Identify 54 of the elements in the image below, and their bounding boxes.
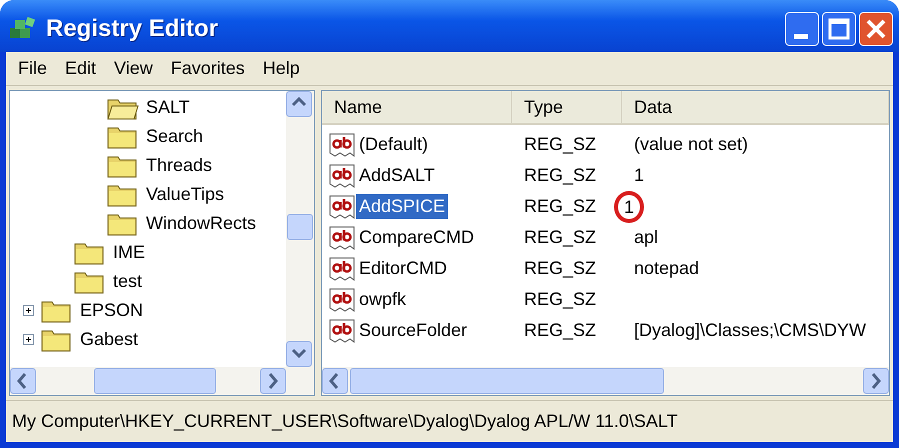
maximize-button[interactable] bbox=[822, 12, 856, 46]
string-value-icon bbox=[328, 162, 356, 190]
expand-box[interactable] bbox=[23, 305, 34, 316]
value-type: REG_SZ bbox=[523, 165, 598, 186]
value-data: 1 bbox=[624, 196, 634, 218]
tree-item[interactable]: ValueTips bbox=[146, 184, 224, 205]
tree-item[interactable]: EPSON bbox=[80, 300, 144, 321]
close-button[interactable] bbox=[859, 12, 893, 46]
column-header[interactable]: Type bbox=[512, 91, 622, 123]
value-type: REG_SZ bbox=[523, 227, 598, 248]
tree-item[interactable]: Gabest bbox=[80, 329, 138, 350]
value-name[interactable]: AddSPICE bbox=[356, 194, 448, 219]
string-value-icon bbox=[328, 286, 356, 314]
tree-item[interactable]: SALT bbox=[146, 97, 190, 118]
scrollbar-thumb[interactable] bbox=[350, 368, 664, 394]
tree-item[interactable]: IME bbox=[113, 242, 146, 263]
tree-item[interactable]: Search bbox=[146, 126, 204, 147]
tree-item[interactable]: test bbox=[113, 271, 142, 292]
tree-item[interactable]: WindowRects bbox=[146, 213, 256, 234]
scrollbar-thumb[interactable] bbox=[287, 214, 313, 240]
scrollbar-thumb[interactable] bbox=[94, 368, 216, 394]
value-type: REG_SZ bbox=[523, 289, 598, 310]
value-type: REG_SZ bbox=[523, 258, 598, 279]
menu-item[interactable]: Favorites bbox=[162, 56, 255, 81]
value-type: REG_SZ bbox=[523, 196, 598, 217]
menu-item[interactable]: Edit bbox=[57, 56, 106, 81]
value-data: [Dyalog]\Classes;\CMS\DYW bbox=[634, 320, 866, 341]
value-data: (value not set) bbox=[634, 134, 748, 155]
value-name[interactable]: AddSALT bbox=[356, 163, 438, 188]
string-value-icon bbox=[328, 192, 356, 220]
value-name[interactable]: owpfk bbox=[356, 287, 410, 312]
status-bar-path: My Computer\HKEY_CURRENT_USER\Software\Dyalog\Dyalog APL/W 11.0\SALT bbox=[12, 411, 678, 432]
value-type: REG_SZ bbox=[523, 134, 598, 155]
value-type: REG_SZ bbox=[523, 320, 598, 341]
column-header[interactable]: Name bbox=[322, 91, 512, 123]
menu-item[interactable]: File bbox=[10, 56, 58, 81]
column-header[interactable]: Data bbox=[622, 91, 889, 123]
tree-item[interactable]: Threads bbox=[146, 155, 212, 176]
string-value-icon bbox=[328, 316, 356, 344]
value-data: apl bbox=[634, 227, 658, 248]
value-data: notepad bbox=[634, 258, 700, 279]
value-name[interactable]: EditorCMD bbox=[356, 256, 450, 281]
value-data: 1 bbox=[634, 165, 644, 186]
minimize-button[interactable] bbox=[785, 12, 819, 46]
string-value-icon bbox=[328, 130, 356, 158]
menu-item[interactable]: View bbox=[106, 56, 163, 81]
string-value-icon bbox=[328, 224, 356, 252]
value-name[interactable]: CompareCMD bbox=[356, 225, 478, 250]
value-name[interactable]: SourceFolder bbox=[356, 318, 470, 343]
window-title: Registry Editor bbox=[46, 15, 220, 43]
menu-item[interactable]: Help bbox=[254, 56, 310, 81]
string-value-icon bbox=[328, 254, 356, 282]
expand-box[interactable] bbox=[23, 334, 34, 345]
value-name[interactable]: (Default) bbox=[356, 132, 432, 157]
